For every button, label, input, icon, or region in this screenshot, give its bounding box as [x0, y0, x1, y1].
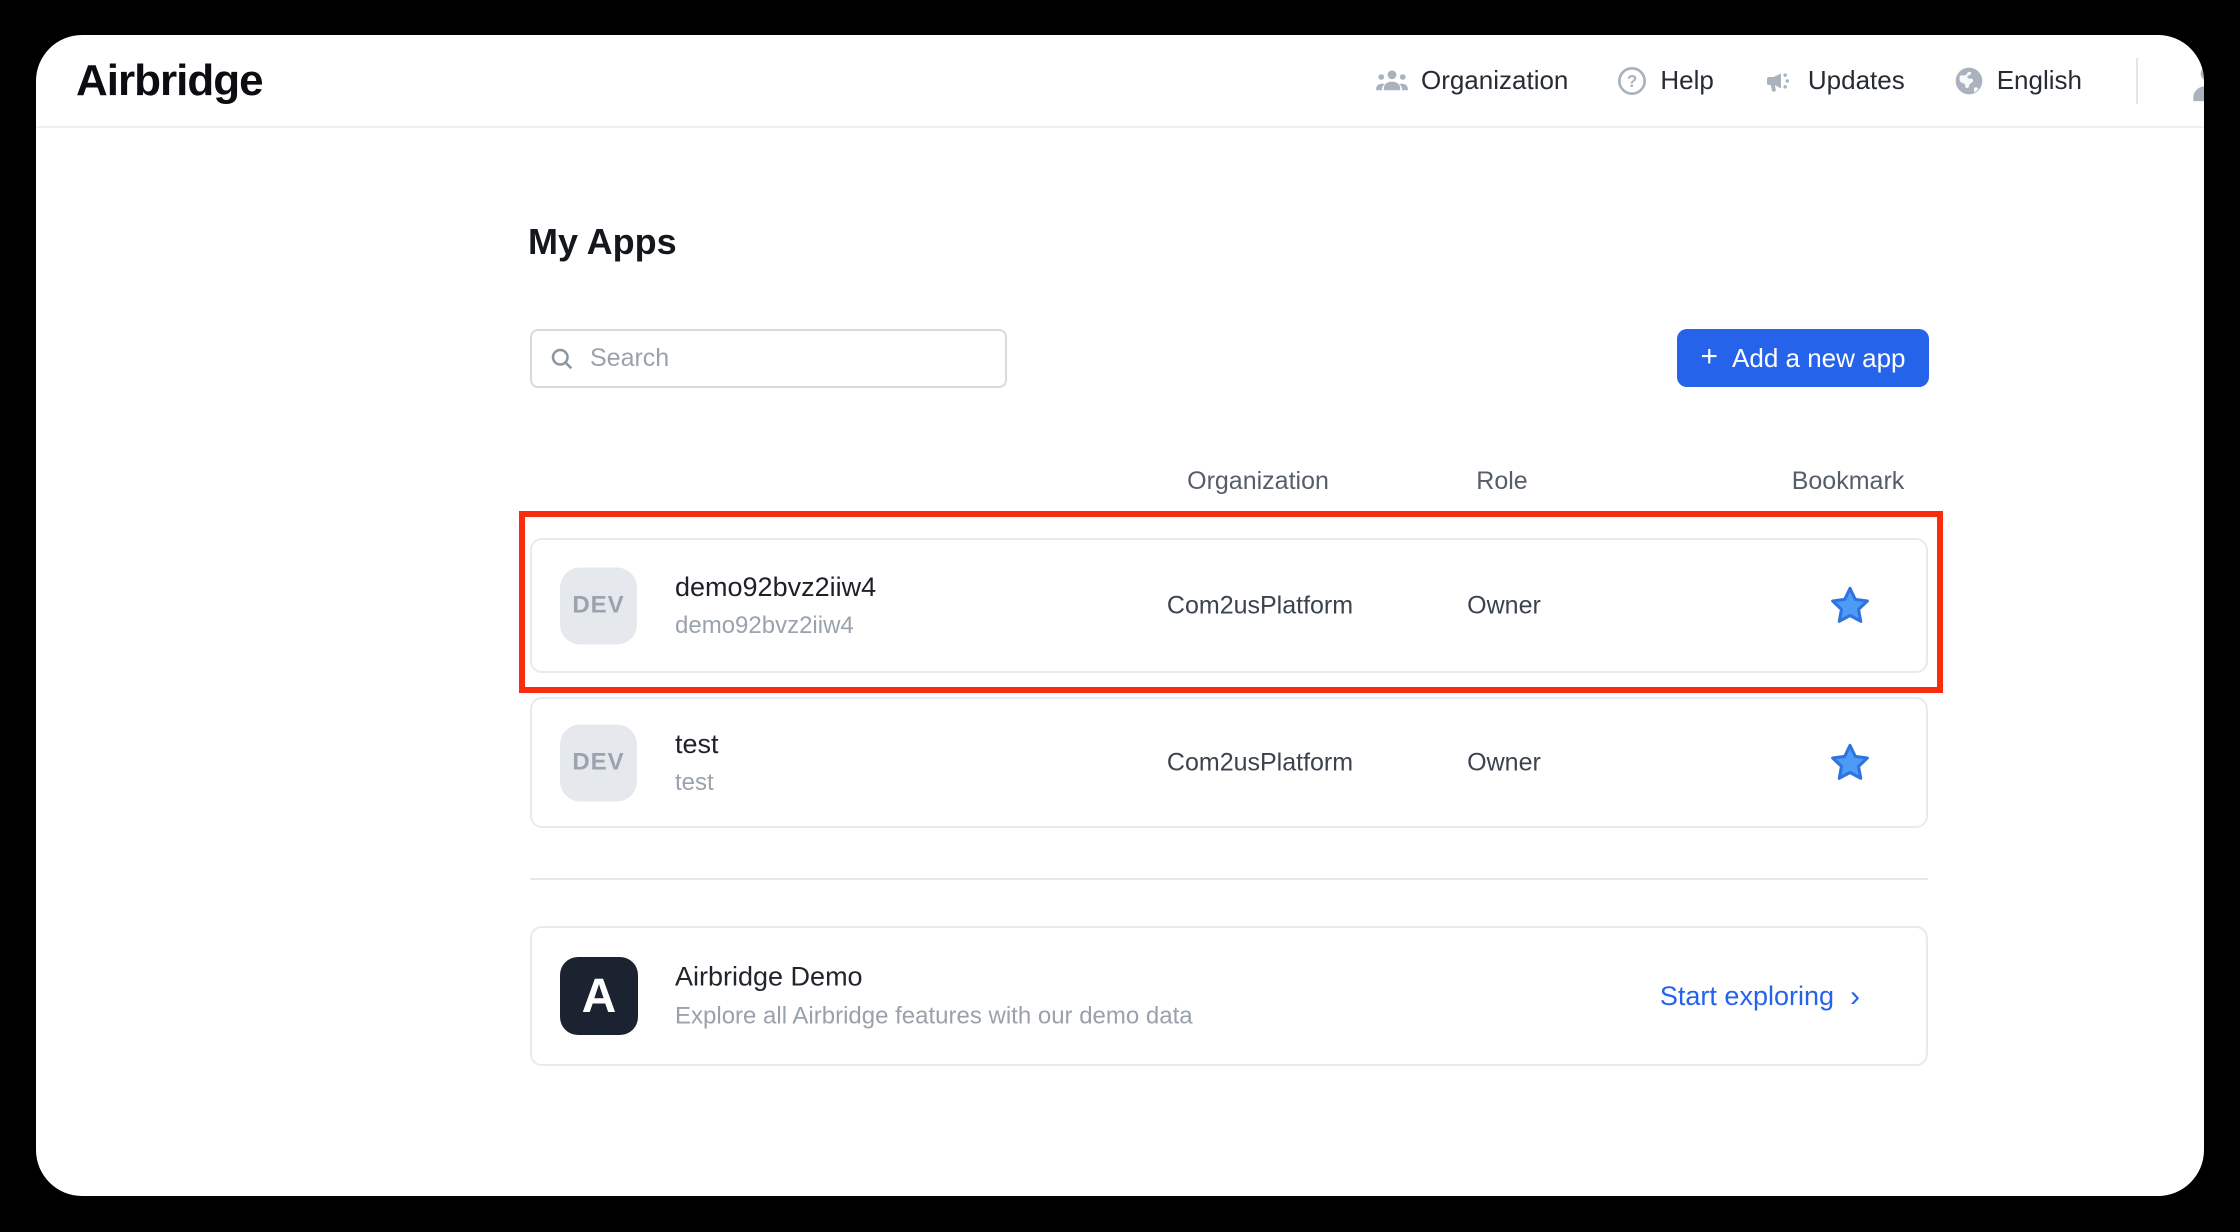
- demo-description: Explore all Airbridge features with our …: [675, 1003, 1193, 1031]
- nav-organization[interactable]: Organization: [1375, 65, 1568, 96]
- megaphone-icon: [1762, 65, 1796, 97]
- app-subtitle: demo92bvz2iiw4: [675, 612, 876, 640]
- app-name-block: demo92bvz2iiw4 demo92bvz2iiw4: [675, 572, 876, 640]
- plus-icon: +: [1701, 340, 1719, 374]
- star-icon: [1827, 774, 1873, 789]
- nav-updates[interactable]: Updates: [1762, 65, 1905, 97]
- add-new-app-button[interactable]: + Add a new app: [1677, 329, 1929, 387]
- nav-divider: [2136, 58, 2138, 104]
- add-new-app-label: Add a new app: [1732, 343, 1905, 374]
- column-header-role: Role: [1476, 467, 1527, 496]
- app-row-test[interactable]: DEV test test Com2usPlatform Owner: [530, 697, 1928, 828]
- app-organization: Com2usPlatform: [1167, 591, 1353, 620]
- account-avatar[interactable]: [2186, 59, 2204, 103]
- globe-icon: [1953, 65, 1985, 97]
- bookmark-star-button[interactable]: [1823, 736, 1877, 790]
- help-icon: ?: [1616, 65, 1648, 97]
- nav-help[interactable]: ? Help: [1616, 65, 1713, 97]
- start-exploring-label: Start exploring: [1660, 981, 1834, 1012]
- page-title: My Apps: [528, 221, 677, 263]
- section-divider: [530, 878, 1928, 880]
- app-name: test: [675, 729, 719, 760]
- airbridge-demo-card[interactable]: A Airbridge Demo Explore all Airbridge f…: [530, 926, 1928, 1066]
- nav-language[interactable]: English: [1953, 65, 2082, 97]
- dev-badge: DEV: [560, 567, 637, 644]
- search-icon: [548, 345, 576, 373]
- bookmark-star-button[interactable]: [1823, 579, 1877, 633]
- nav-organization-label: Organization: [1421, 65, 1568, 96]
- app-window: Airbridge Organization: [36, 35, 2204, 1196]
- nav-help-label: Help: [1660, 65, 1713, 96]
- app-role: Owner: [1467, 748, 1541, 777]
- demo-title: Airbridge Demo: [675, 962, 1193, 993]
- app-organization: Com2usPlatform: [1167, 748, 1353, 777]
- start-exploring-link[interactable]: Start exploring ›: [1660, 978, 1860, 1014]
- people-icon: [1375, 66, 1409, 96]
- chevron-right-icon: ›: [1850, 980, 1860, 1014]
- star-icon: [1827, 617, 1873, 632]
- airbridge-demo-logo: A: [560, 957, 638, 1035]
- app-name-block: test test: [675, 729, 719, 797]
- svg-text:?: ?: [1627, 71, 1638, 91]
- search-box: [530, 329, 1007, 388]
- app-name: demo92bvz2iiw4: [675, 572, 876, 603]
- app-row-demo92bvz2iiw4[interactable]: DEV demo92bvz2iiw4 demo92bvz2iiw4 Com2us…: [530, 538, 1928, 673]
- top-nav-menu: Organization ? Help: [1375, 35, 2204, 126]
- search-input[interactable]: [588, 343, 989, 374]
- app-role: Owner: [1467, 591, 1541, 620]
- app-subtitle: test: [675, 769, 719, 797]
- nav-updates-label: Updates: [1808, 65, 1905, 96]
- airbridge-logo[interactable]: Airbridge: [76, 56, 263, 106]
- column-header-organization: Organization: [1187, 467, 1329, 496]
- demo-text-block: Airbridge Demo Explore all Airbridge fea…: [675, 962, 1193, 1031]
- column-header-bookmark: Bookmark: [1792, 467, 1905, 496]
- nav-language-label: English: [1997, 65, 2082, 96]
- table-header-row: Organization Role Bookmark: [36, 467, 2204, 497]
- top-navbar: Airbridge Organization: [36, 35, 2204, 128]
- dev-badge: DEV: [560, 724, 637, 801]
